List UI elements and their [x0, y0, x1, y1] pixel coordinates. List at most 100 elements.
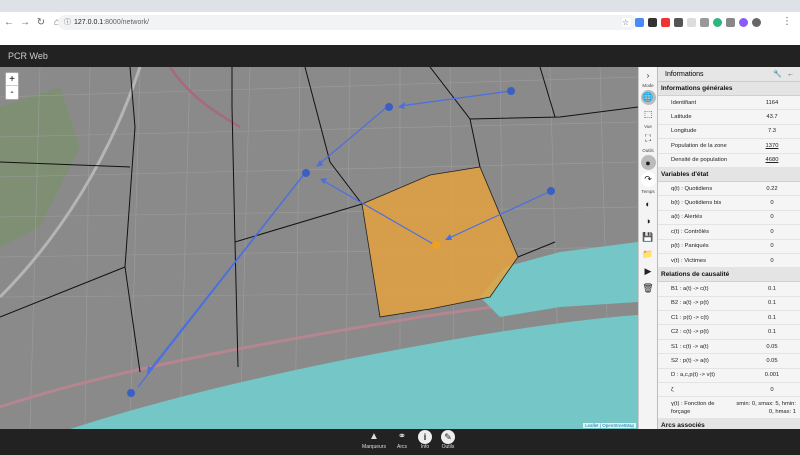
general-info-row-label: Densité de population — [671, 157, 728, 164]
fullscreen-icon[interactable]: ⛶ — [641, 131, 656, 146]
state-variable-row-label: b(t) : Quotidiens bis — [671, 200, 722, 207]
general-info-row-value[interactable]: 43.7 — [744, 114, 800, 120]
causal-relation-row-label: D : a,c,p(t) -> v(t) — [671, 372, 715, 379]
state-variable-row: c(t) : Contrôlés 0 — [658, 225, 800, 240]
info-label: Info — [420, 444, 430, 450]
timer-icon[interactable]: ◐ — [641, 196, 656, 211]
map-canvas[interactable] — [0, 67, 638, 429]
marker-icon: ▲ — [369, 431, 379, 442]
extension-icon[interactable] — [726, 18, 735, 27]
browser-menu-icon[interactable]: ⋮ — [782, 16, 792, 27]
extension-icon[interactable] — [700, 18, 709, 27]
causal-relation-row-value[interactable]: 0.1 — [744, 286, 800, 292]
profile-avatar[interactable] — [752, 18, 761, 27]
select-area-icon[interactable]: ⬚ — [641, 107, 656, 122]
causal-section-heading: Relations de causalité — [658, 268, 800, 283]
osm-link[interactable]: OpenStreetMap — [602, 423, 634, 428]
state-variable-row-label: q(t) : Quotidiens — [671, 185, 713, 192]
causal-relation-row: S2 : p(t) -> a(t) 0.05 — [658, 354, 800, 369]
globe-icon[interactable]: 🌐 — [640, 90, 656, 105]
marqueurs-label: Marqueurs — [362, 444, 386, 450]
extension-icon[interactable] — [687, 18, 696, 27]
info-panel: Informations 🔧 ← Informations générales … — [657, 67, 800, 429]
zoom-in-button[interactable]: + — [6, 73, 18, 86]
causal-relation-row-label: S2 : p(t) -> a(t) — [671, 357, 709, 364]
play-icon[interactable]: ▶ — [641, 264, 656, 279]
arcs-section-heading: Arcs associés — [658, 419, 800, 429]
state-variable-row-label: a(t) : Alertés — [671, 214, 703, 221]
network-node[interactable] — [547, 187, 555, 195]
outils-label: Outils — [441, 444, 455, 450]
general-info-row-label: Population de la zone — [671, 142, 727, 149]
causal-relation-row: C1 : p(t) -> c(t) 0.1 — [658, 311, 800, 326]
outils-button[interactable]: ✎ Outils — [434, 430, 462, 450]
browser-tabstrip — [0, 0, 800, 12]
general-info-row-value[interactable]: 4680 — [744, 157, 800, 163]
extension-icon[interactable] — [648, 18, 657, 27]
extension-icon[interactable] — [635, 18, 644, 27]
state-variable-row-value[interactable]: 0.22 — [744, 186, 800, 192]
info-icon[interactable]: ⓘ — [64, 15, 71, 30]
network-node[interactable] — [302, 169, 310, 177]
browser-chrome: ← → ↻ ⌂ ⓘ 127.0.0.1:8000/network/ ☆ ⋮ — [0, 0, 800, 44]
network-node[interactable] — [385, 103, 393, 111]
bookmark-star-icon[interactable]: ☆ — [622, 18, 631, 27]
network-node[interactable] — [127, 389, 135, 397]
app-header: PCR Web — [0, 45, 800, 67]
back-arrow-icon[interactable]: ← — [787, 67, 794, 82]
collapse-panel-icon[interactable]: › — [641, 69, 656, 81]
panel-title: Informations — [665, 71, 704, 78]
network-node[interactable] — [507, 87, 515, 95]
extension-icon[interactable] — [674, 18, 683, 27]
general-info-row-value[interactable]: 7.3 — [744, 128, 800, 134]
causal-relation-row-value[interactable]: 0.1 — [744, 315, 800, 321]
general-info-row: Longitude 7.3 — [658, 125, 800, 140]
back-icon[interactable]: ← — [2, 16, 16, 30]
state-variable-list: q(t) : Quotidiens 0.22 b(t) : Quotidiens b… — [658, 182, 800, 269]
general-info-row-value[interactable]: 1370 — [744, 143, 800, 149]
general-section-heading: Informations générales — [658, 82, 800, 96]
zoom-out-button[interactable]: - — [6, 86, 18, 99]
causal-relation-row-value[interactable]: 0.1 — [744, 300, 800, 306]
reload-icon[interactable]: ↻ — [34, 16, 48, 30]
arc-tool-icon[interactable]: ↷ — [640, 172, 656, 187]
save-icon[interactable]: 💾 — [641, 230, 656, 245]
network-node-selected[interactable] — [432, 241, 440, 249]
marqueurs-button[interactable]: ▲ Marqueurs — [360, 430, 388, 450]
share-icon: ⚭ — [397, 431, 407, 442]
arcs-label: Arcs — [397, 444, 407, 450]
timer-alt-icon[interactable]: ◑ — [641, 213, 656, 228]
causal-relation-row-value[interactable]: 0 — [744, 387, 800, 393]
tool-strip: › Mode 🌐 ⬚ Vue ⛶ Outils ● ↷ Temps ◐ ◑ 💾 … — [638, 67, 657, 429]
state-variable-row-value[interactable]: 0 — [744, 258, 800, 264]
wrench-icon[interactable]: 🔧 — [773, 67, 782, 82]
state-variable-row-value[interactable]: 0 — [744, 243, 800, 249]
state-variable-row-value[interactable]: 0 — [744, 200, 800, 206]
map-view[interactable]: + - Leaflet | OpenStreetMap — [0, 67, 638, 429]
forward-icon[interactable]: → — [18, 16, 32, 30]
causal-relation-row-value[interactable]: 0.001 — [744, 372, 800, 378]
general-info-list: Identifiant 1164 Latitude 43.7 Longitude 7.3 P… — [658, 96, 800, 168]
extension-icon[interactable] — [661, 18, 670, 27]
address-bar[interactable]: ⓘ 127.0.0.1:8000/network/ — [58, 15, 638, 30]
state-variable-row: p(t) : Paniqués 0 — [658, 240, 800, 254]
trash-icon[interactable]: 🗑 — [641, 281, 656, 296]
map-attribution: Leaflet | OpenStreetMap — [583, 423, 636, 428]
app-title: PCR Web — [8, 51, 48, 61]
causal-relation-row-label: C2 : c(t) -> p(t) — [671, 329, 709, 336]
extension-icon[interactable] — [713, 18, 722, 27]
causal-relation-row-value[interactable]: 0.05 — [744, 344, 800, 350]
general-info-row: Densité de population 4680 — [658, 154, 800, 168]
extension-icon[interactable] — [739, 18, 748, 27]
causal-relation-row-value[interactable]: 0.1 — [744, 329, 800, 335]
forcing-value[interactable]: smin: 0, smax: 5, hmin: 0, hmax: 1 — [730, 400, 800, 416]
leaflet-link[interactable]: Leaflet — [585, 423, 599, 428]
causal-relation-row-value[interactable]: 0.05 — [744, 358, 800, 364]
general-info-row-value[interactable]: 1164 — [744, 100, 800, 106]
marker-tool-icon[interactable]: ● — [640, 155, 656, 170]
folder-icon[interactable]: 📁 — [641, 247, 656, 262]
causal-relation-row: D : a,c,p(t) -> v(t) 0.001 — [658, 369, 800, 384]
causal-relation-row-label: ζ — [671, 386, 674, 393]
state-variable-row-value[interactable]: 0 — [744, 214, 800, 220]
state-variable-row-value[interactable]: 0 — [744, 229, 800, 235]
